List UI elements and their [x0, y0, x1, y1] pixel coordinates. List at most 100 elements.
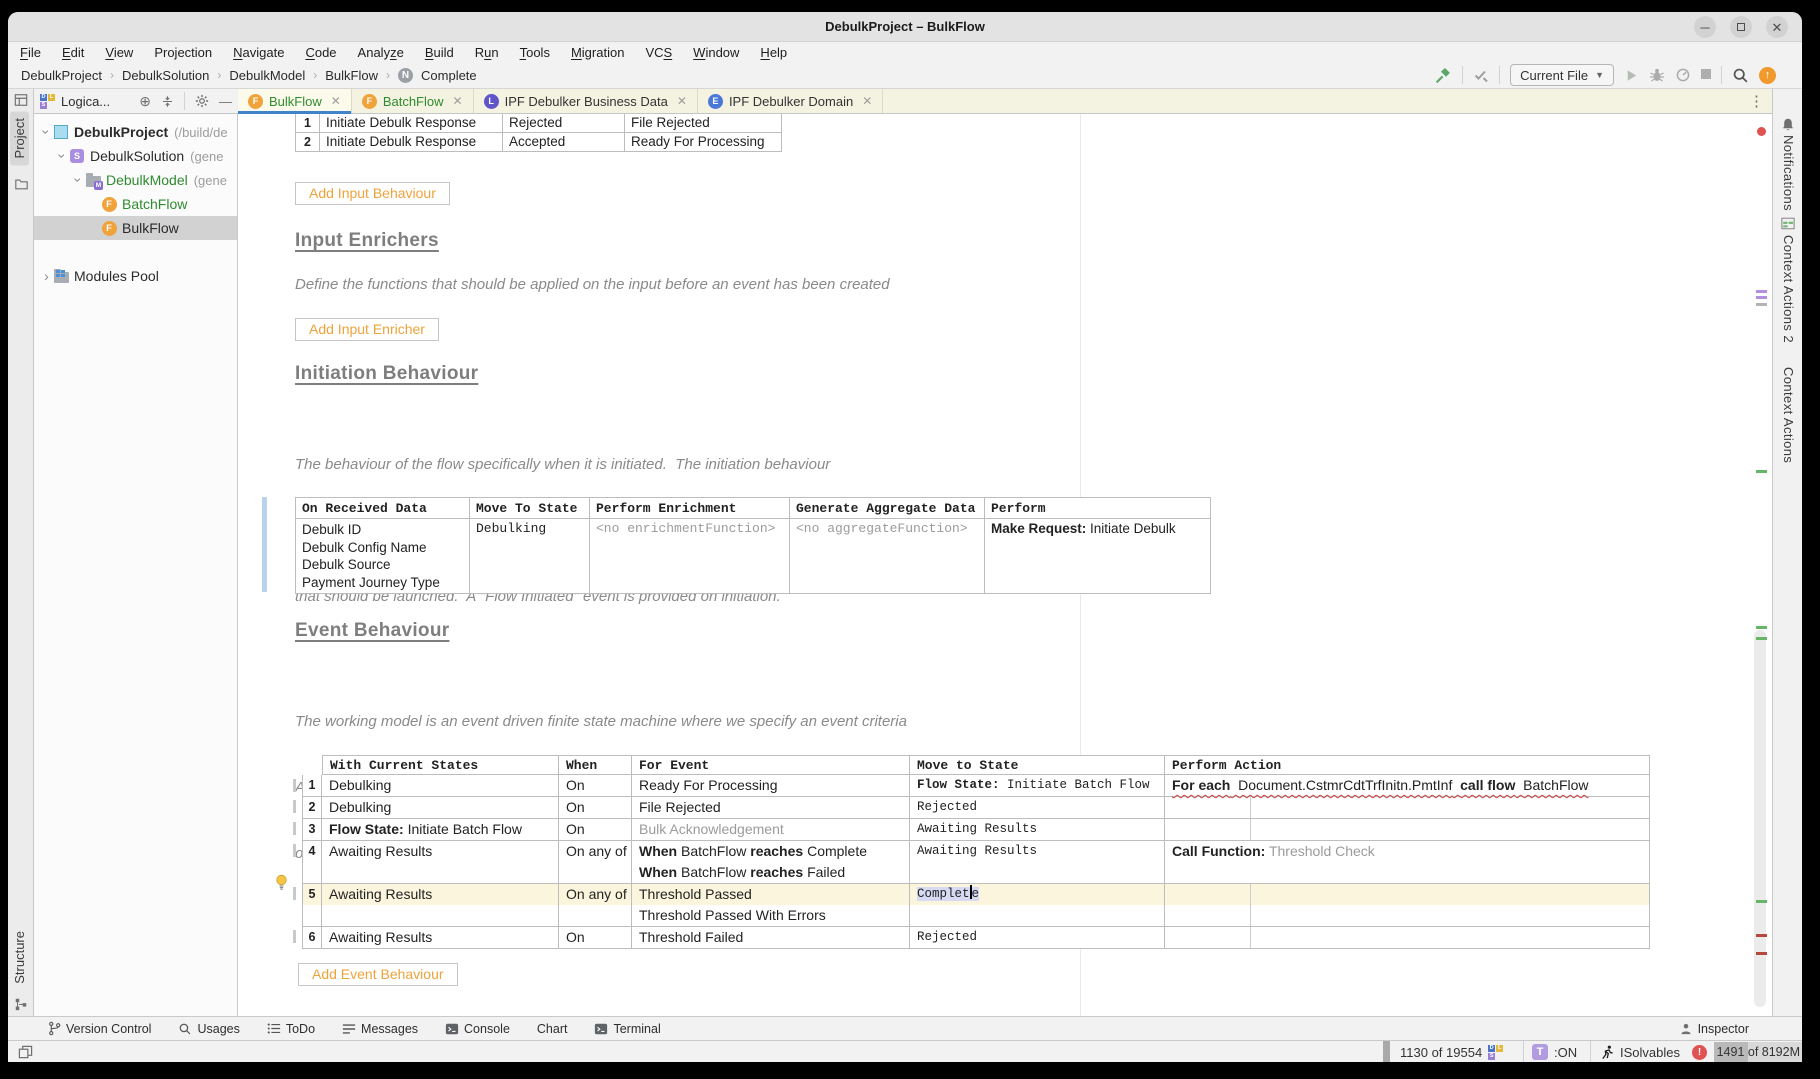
menu-item-run[interactable]: Run — [475, 45, 499, 60]
editor-scrollbar-thumb[interactable] — [1754, 630, 1766, 1007]
row-handle[interactable] — [293, 887, 296, 900]
tab-bulkflow[interactable]: F BulkFlow ✕ — [238, 89, 352, 113]
cell[interactable]: File Rejected — [625, 114, 782, 133]
when-cell[interactable]: On — [559, 775, 632, 797]
states-cell[interactable]: Awaiting Results — [322, 884, 559, 927]
tool-window-button-todo[interactable]: ToDo — [267, 1022, 315, 1036]
menu-item-migration[interactable]: Migration — [571, 45, 624, 60]
initiation-table[interactable]: On Received Data Move To State Perform E… — [295, 497, 1211, 594]
tree-item-debulkmodel[interactable]: › M DebulkModel (gene — [34, 168, 237, 192]
aggregate-cell[interactable]: <no aggregateFunction> — [790, 519, 985, 594]
when-cell[interactable]: On — [559, 819, 632, 841]
tool-window-button-terminal[interactable]: Terminal — [594, 1022, 660, 1036]
move-cell-selected[interactable]: Complete — [910, 884, 1165, 927]
breadcrumb-current[interactable]: Complete — [421, 68, 477, 83]
menu-item-view[interactable]: View — [105, 45, 133, 60]
bre adcrumb-item[interactable]: DebulkModel — [229, 68, 305, 83]
action-cell[interactable]: Call Function: Threshold Check — [1165, 841, 1650, 884]
close-tab-icon[interactable]: ✕ — [453, 94, 463, 108]
add-input-enricher-button[interactable]: Add Input Enricher — [295, 318, 439, 341]
folder-icon[interactable] — [14, 177, 29, 191]
tab-options-icon[interactable]: ⋮ — [1741, 89, 1772, 113]
cell[interactable]: Initiate Debulk Response — [320, 114, 503, 133]
gear-icon[interactable] — [195, 94, 209, 108]
tool-window-button-inspector[interactable]: Inspector — [1679, 1022, 1749, 1036]
breadcrumb-item[interactable]: DebulkSolution — [122, 68, 209, 83]
profiler-icon[interactable] — [1675, 67, 1691, 83]
tool-window-button-version-control[interactable]: Version Control — [48, 1021, 151, 1036]
close-tab-icon[interactable]: ✕ — [677, 94, 687, 108]
close-button[interactable]: ✕ — [1766, 16, 1788, 38]
tree-item-debulkproject[interactable]: › DebulkProject (/build/de — [34, 120, 237, 144]
row-handle[interactable] — [293, 930, 296, 943]
move-to-state-cell[interactable]: Debulking — [470, 519, 590, 594]
event-cell[interactable]: File Rejected — [632, 797, 910, 819]
typesystem-toggle[interactable]: T :ON — [1532, 1041, 1577, 1062]
move-cell[interactable]: Rejected — [910, 927, 1165, 949]
solvables-widget[interactable]: ISolvables — [1600, 1041, 1680, 1062]
error-stripe-mark[interactable] — [1757, 127, 1766, 136]
event-behaviour-table[interactable]: With Current States When For Event Move … — [302, 755, 1650, 949]
tool-window-button-context-actions-2[interactable]: Context Actions 2 — [1781, 235, 1796, 343]
menu-item-help[interactable]: Help — [760, 45, 787, 60]
memory-indicator[interactable]: 1491 of 8192M — [1714, 1042, 1802, 1062]
hide-panel-icon[interactable]: — — [219, 94, 232, 109]
menu-item-projection[interactable]: Projection — [154, 45, 212, 60]
locate-icon[interactable]: ⊕ — [139, 93, 151, 110]
when-cell[interactable]: On — [559, 927, 632, 949]
move-cell[interactable]: Flow State: Initiate Batch Flow — [910, 775, 1165, 797]
update-notification-icon[interactable]: ↑ — [1759, 67, 1776, 84]
tab-ipf-debulker-domain[interactable]: E IPF Debulker Domain ✕ — [698, 89, 883, 113]
tool-window-button-context-actions[interactable]: Context Actions — [1781, 367, 1796, 463]
intention-bulb-icon[interactable] — [274, 874, 289, 891]
menu-item-edit[interactable]: Edit — [62, 45, 84, 60]
run-icon[interactable] — [1624, 68, 1639, 83]
move-cell[interactable]: Awaiting Results — [910, 819, 1165, 841]
menu-item-tools[interactable]: Tools — [520, 45, 550, 60]
tool-window-button-notifications[interactable]: Notifications — [1781, 135, 1796, 211]
action-cell[interactable] — [1165, 819, 1650, 841]
event-cell[interactable]: Threshold Passed Threshold Passed With E… — [632, 884, 910, 927]
received-data-cell[interactable]: Debulk ID Debulk Config Name Debulk Sour… — [295, 519, 470, 594]
when-cell[interactable]: On any of — [559, 884, 632, 927]
cell[interactable]: Initiate Debulk Response — [320, 133, 503, 152]
inspect-check-icon[interactable] — [1473, 67, 1489, 83]
tree-item-modules-pool[interactable]: › Modules Pool — [34, 264, 237, 288]
project-tool-icon[interactable] — [14, 93, 28, 107]
states-cell[interactable]: Debulking — [322, 797, 559, 819]
when-cell[interactable]: On any of — [559, 841, 632, 884]
perform-cell[interactable]: Make Request: Initiate Debulk — [985, 519, 1211, 594]
caret-position-widget[interactable]: 1130 of 19554 DLS — [1400, 1041, 1503, 1062]
row-handle[interactable] — [293, 800, 296, 813]
tool-window-switcher-icon[interactable] — [18, 1041, 33, 1062]
cell[interactable]: Accepted — [503, 133, 625, 152]
search-everywhere-icon[interactable] — [1732, 67, 1749, 84]
when-cell[interactable]: On — [559, 797, 632, 819]
run-configuration-select[interactable]: Current File ▼ — [1510, 64, 1614, 86]
menu-item-code[interactable]: Code — [305, 45, 336, 60]
event-cell[interactable]: Ready For Processing — [632, 775, 910, 797]
tab-batchflow[interactable]: F BatchFlow ✕ — [352, 89, 474, 113]
error-count-badge[interactable]: ! — [1692, 1041, 1707, 1062]
event-cell[interactable]: Threshold Failed — [632, 927, 910, 949]
tree-item-debulksolution[interactable]: › S DebulkSolution (gene — [34, 144, 237, 168]
collapse-all-icon[interactable] — [161, 95, 174, 108]
action-cell[interactable] — [1165, 927, 1650, 949]
action-cell[interactable]: For each Document.CstmrCdtTrfInitn.PmtIn… — [1165, 775, 1650, 797]
menu-item-file[interactable]: File — [20, 45, 41, 60]
tree-item-bulkflow[interactable]: F BulkFlow — [34, 216, 237, 240]
tool-window-button-structure[interactable]: Structure — [12, 931, 27, 984]
tool-window-button-chart[interactable]: Chart — [537, 1022, 568, 1036]
add-input-behaviour-button[interactable]: Add Input Behaviour — [295, 182, 450, 205]
menu-item-build[interactable]: Build — [425, 45, 454, 60]
row-handle[interactable] — [293, 844, 296, 857]
menu-item-analyze[interactable]: Analyze — [358, 45, 404, 60]
menu-item-window[interactable]: Window — [693, 45, 739, 60]
structure-icon[interactable] — [14, 997, 28, 1011]
project-panel-title[interactable]: Logica... — [61, 94, 110, 109]
tool-window-button-console[interactable]: Console — [445, 1022, 510, 1036]
event-cell[interactable]: Bulk Acknowledgement — [632, 819, 910, 841]
editor-pane[interactable]: 1 Initiate Debulk Response Rejected File… — [238, 114, 1772, 1016]
stop-icon[interactable] — [1701, 66, 1711, 84]
move-cell[interactable]: Rejected — [910, 797, 1165, 819]
